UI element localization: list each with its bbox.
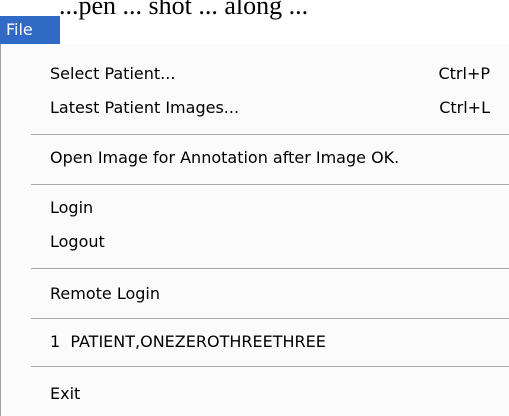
menu-item-logout[interactable]: Logout: [1, 224, 509, 260]
menu-item-select-patient[interactable]: Select Patient... Ctrl+P: [1, 56, 509, 92]
menu-item-label: Select Patient...: [50, 64, 176, 83]
menu-separator: [31, 318, 509, 320]
menu-item-exit[interactable]: Exit: [1, 376, 509, 412]
menu-separator: [31, 134, 509, 136]
menu-item-label: Logout: [50, 232, 105, 251]
menu-item-latest-patient-images[interactable]: Latest Patient Images... Ctrl+L: [1, 90, 509, 126]
menu-item-label: Exit: [50, 384, 81, 403]
menu-bar: File: [0, 0, 509, 44]
menu-separator: [31, 366, 509, 368]
menu-separator: [31, 184, 509, 186]
menu-item-shortcut: Ctrl+P: [438, 64, 490, 83]
menu-item-label: Login: [50, 198, 94, 217]
menu-item-login[interactable]: Login: [1, 190, 509, 226]
menu-item-label: Open Image for Annotation after Image OK…: [50, 148, 400, 167]
file-menu-title[interactable]: File: [0, 16, 60, 44]
menu-item-open-image-for-annotation[interactable]: Open Image for Annotation after Image OK…: [1, 140, 509, 176]
menu-item-label: Remote Login: [50, 284, 160, 303]
menu-separator: [31, 268, 509, 270]
menu-item-recent-patient-1[interactable]: 1 PATIENT,ONEZEROTHREETHREE: [1, 324, 509, 360]
file-menu-dropdown: Select Patient... Ctrl+P Latest Patient …: [0, 44, 509, 416]
menu-item-shortcut: Ctrl+L: [439, 98, 490, 117]
menu-item-label: 1 PATIENT,ONEZEROTHREETHREE: [50, 332, 326, 351]
menu-item-label: Latest Patient Images...: [50, 98, 240, 117]
menu-item-remote-login[interactable]: Remote Login: [1, 276, 509, 312]
